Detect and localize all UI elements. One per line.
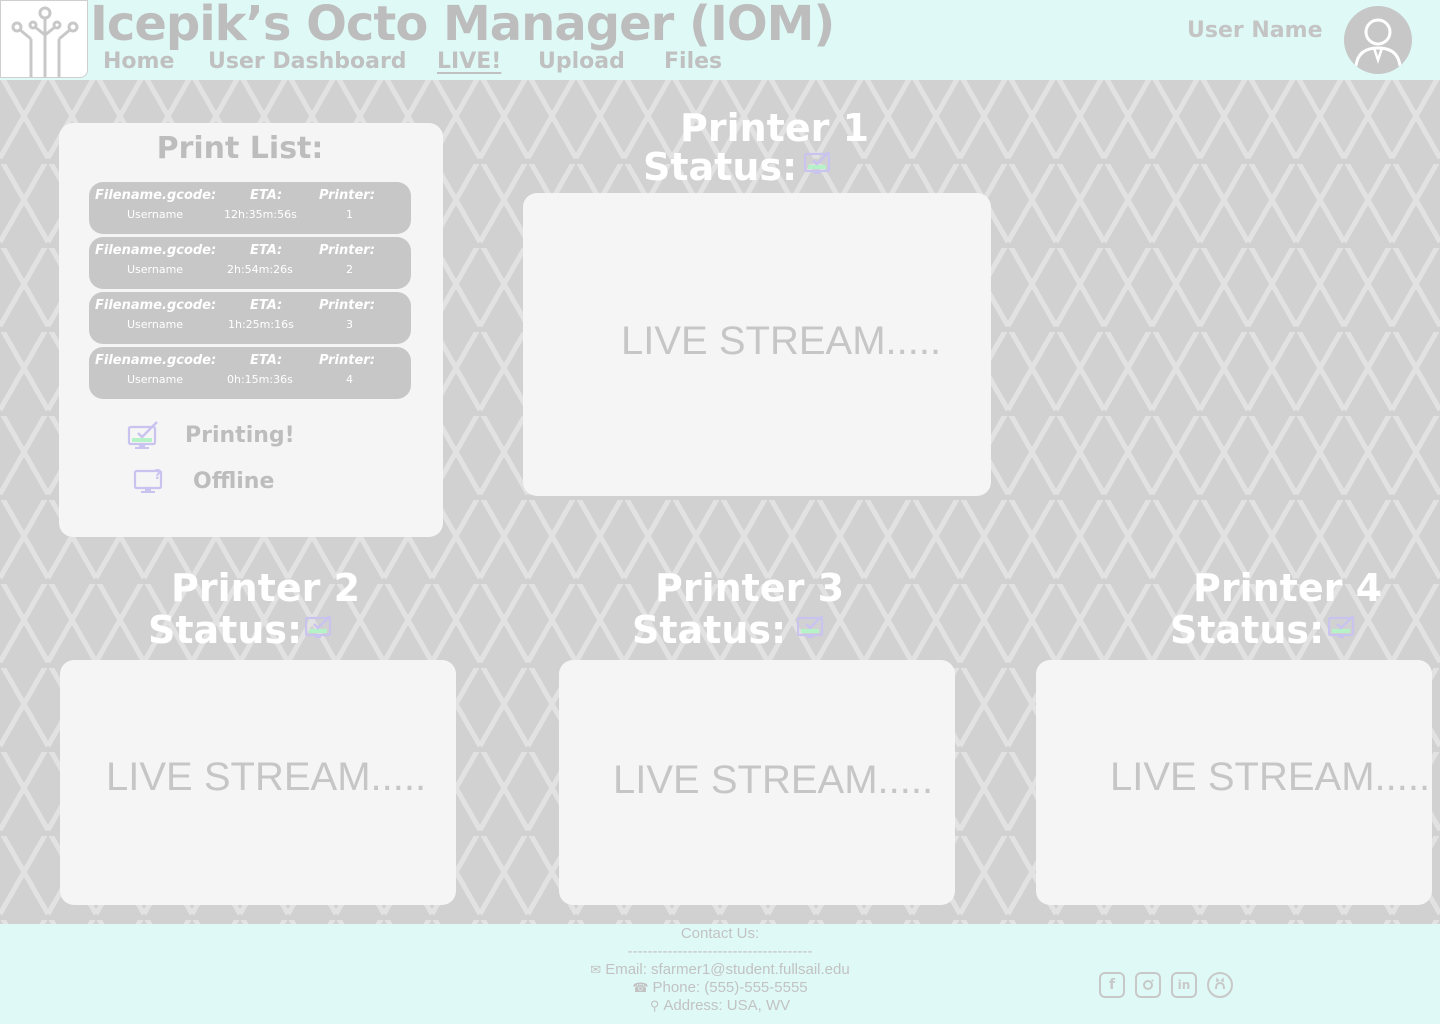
- printer-2-title: Printer 2: [171, 566, 361, 610]
- job-printer: 2: [346, 263, 353, 276]
- job-eta-header: ETA:: [250, 243, 283, 258]
- job-printer-header: Printer:: [319, 353, 375, 368]
- printer-1-live-stream[interactable]: LIVE STREAM.....: [523, 193, 991, 496]
- job-eta: 0h:15m:36s: [227, 373, 293, 386]
- social-links: f in: [1099, 972, 1233, 998]
- monitor-check-icon: [127, 421, 158, 449]
- printer-2-stream-placeholder: LIVE STREAM.....: [106, 755, 427, 799]
- facebook-icon[interactable]: f: [1099, 972, 1125, 998]
- job-printer: 1: [346, 208, 353, 221]
- nav-home[interactable]: Home: [103, 46, 174, 78]
- monitor-question-icon: ?: [133, 468, 163, 493]
- site-header: Icepik’s Octo Manager (IOM) Home User Da…: [0, 0, 1440, 80]
- email-icon: ✉: [590, 962, 602, 977]
- printer-3-title: Printer 3: [655, 566, 845, 610]
- job-eta: 2h:54m:26s: [227, 263, 293, 276]
- status-printing-icon: [804, 152, 831, 174]
- status-printing-icon: [797, 616, 824, 638]
- github-icon[interactable]: [1207, 972, 1233, 998]
- printer-1-title: Printer 1: [680, 106, 870, 150]
- job-printer-header: Printer:: [319, 188, 375, 203]
- phone-icon: ☎: [632, 980, 649, 995]
- svg-text:?: ?: [154, 468, 162, 483]
- legend-printing-label: Printing!: [185, 422, 295, 448]
- job-eta: 1h:25m:16s: [228, 318, 294, 331]
- job-filename-header: Filename.gcode:: [95, 243, 217, 258]
- nav-live[interactable]: LIVE!: [437, 46, 501, 78]
- print-job-row[interactable]: Filename.gcode: ETA: Printer: Username 2…: [89, 237, 411, 289]
- job-eta-header: ETA:: [250, 353, 283, 368]
- instagram-icon[interactable]: [1135, 972, 1161, 998]
- job-printer: 4: [346, 373, 353, 386]
- printer-3-live-stream[interactable]: LIVE STREAM.....: [559, 660, 955, 905]
- print-job-row[interactable]: Filename.gcode: ETA: Printer: Username 0…: [89, 347, 411, 399]
- print-job-row[interactable]: Filename.gcode: ETA: Printer: Username 1…: [89, 292, 411, 344]
- job-eta-header: ETA:: [250, 298, 283, 313]
- job-eta: 12h:35m:56s: [224, 208, 297, 221]
- nav-user-dashboard[interactable]: User Dashboard: [208, 46, 407, 78]
- job-eta-header: ETA:: [250, 188, 283, 203]
- legend-offline-label: Offline: [193, 468, 275, 494]
- contact-title: Contact Us:: [680, 925, 760, 942]
- contact-email[interactable]: Email: sfarmer1@student.fullsail.edu: [605, 961, 850, 978]
- legend-printing: Printing!: [127, 419, 295, 451]
- print-list-title: Print List:: [156, 131, 324, 166]
- printer-2-live-stream[interactable]: LIVE STREAM.....: [60, 660, 456, 905]
- printer-1-stream-placeholder: LIVE STREAM.....: [621, 319, 942, 363]
- site-title: Icepik’s Octo Manager (IOM): [90, 0, 835, 52]
- nav-upload[interactable]: Upload: [538, 46, 625, 78]
- printer-2-status-label: Status:: [148, 608, 303, 652]
- job-printer-header: Printer:: [319, 243, 375, 258]
- printer-3-status-label: Status:: [632, 608, 787, 652]
- status-printing-icon: [305, 616, 332, 638]
- avatar[interactable]: [1344, 6, 1412, 74]
- print-job-row[interactable]: Filename.gcode: ETA: Printer: Username 1…: [89, 182, 411, 234]
- job-printer-header: Printer:: [319, 298, 375, 313]
- job-username: Username: [127, 318, 184, 331]
- print-list-panel: Print List: Filename.gcode: ETA: Printer…: [59, 123, 443, 537]
- user-name[interactable]: User Name: [1187, 18, 1323, 43]
- status-printing-icon: [1328, 616, 1355, 638]
- printer-1-status-label: Status:: [643, 145, 798, 189]
- job-printer: 3: [346, 318, 353, 331]
- contact-divider: -------------------------------------: [627, 943, 813, 960]
- contact-address: Address: USA, WV: [663, 997, 791, 1014]
- job-filename-header: Filename.gcode:: [95, 298, 217, 313]
- printer-4-status-label: Status:: [1170, 608, 1325, 652]
- contact-phone[interactable]: Phone: (555)-555-5555: [653, 979, 808, 996]
- contact-address-row: ⚲ Address: USA, WV: [0, 997, 1440, 1014]
- job-username: Username: [127, 373, 184, 386]
- location-pin-icon: ⚲: [649, 998, 660, 1013]
- printer-3-stream-placeholder: LIVE STREAM.....: [613, 758, 934, 802]
- printer-4-stream-placeholder: LIVE STREAM.....: [1110, 755, 1431, 799]
- job-username: Username: [127, 208, 184, 221]
- legend-offline: ? Offline: [133, 465, 274, 497]
- nav-files[interactable]: Files: [664, 46, 722, 78]
- logo[interactable]: [0, 0, 88, 78]
- printer-4-live-stream[interactable]: LIVE STREAM.....: [1036, 660, 1432, 905]
- user-avatar-icon: [1354, 18, 1402, 67]
- printer-4-title: Printer 4: [1193, 566, 1383, 610]
- linkedin-icon[interactable]: in: [1171, 972, 1197, 998]
- circuit-logo-icon: [11, 6, 79, 77]
- job-username: Username: [127, 263, 184, 276]
- job-filename-header: Filename.gcode:: [95, 188, 217, 203]
- job-filename-header: Filename.gcode:: [95, 353, 217, 368]
